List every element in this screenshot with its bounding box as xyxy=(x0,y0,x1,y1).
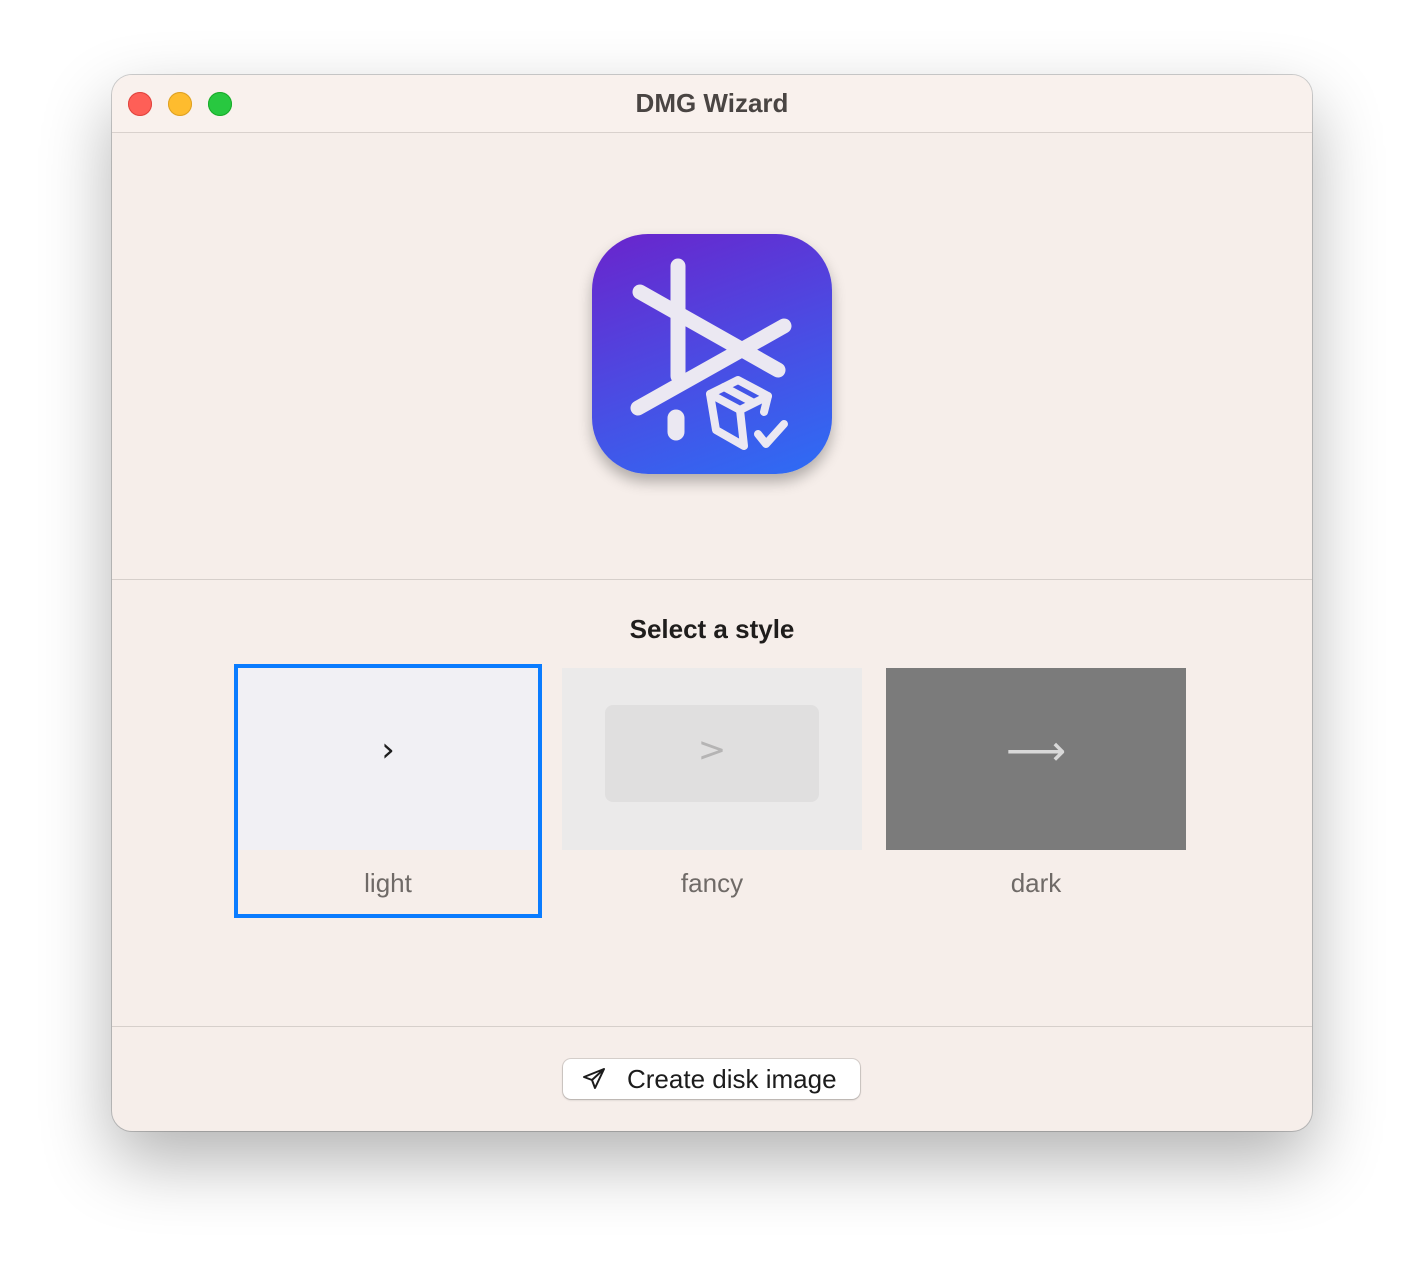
close-window-button[interactable] xyxy=(128,92,152,116)
style-picker-title: Select a style xyxy=(629,614,795,644)
create-disk-image-label: Create disk image xyxy=(627,1064,837,1094)
style-label-light: light xyxy=(364,868,412,898)
dmg-wizard-app-icon xyxy=(592,234,832,474)
zoom-window-button[interactable] xyxy=(208,92,232,116)
style-label-fancy: fancy xyxy=(680,868,744,898)
style-preview-light: › xyxy=(238,668,538,850)
window-title: DMG Wizard xyxy=(635,88,789,118)
greater-than-icon: > xyxy=(697,730,727,770)
style-picker-section: Select a style › light > fancy ⟶ dark xyxy=(112,580,1312,1027)
style-option-dark[interactable]: ⟶ dark xyxy=(886,668,1186,914)
action-bar: Create disk image xyxy=(112,1027,1312,1131)
dmg-wizard-window: DMG Wizard Select a style › light > fanc… xyxy=(112,75,1312,1131)
style-preview-dark: ⟶ xyxy=(886,668,1186,850)
chevron-right-icon: › xyxy=(381,730,395,770)
create-disk-image-button[interactable]: Create disk image xyxy=(563,1059,860,1099)
title-bar[interactable]: DMG Wizard xyxy=(112,75,1312,133)
arrow-right-icon: ⟶ xyxy=(1005,726,1067,775)
paper-plane-icon xyxy=(583,1068,605,1089)
style-preview-fancy: > xyxy=(562,668,862,850)
minimize-window-button[interactable] xyxy=(168,92,192,116)
app-icon-section xyxy=(112,133,1312,580)
style-option-fancy[interactable]: > fancy xyxy=(562,668,862,914)
style-option-light[interactable]: › light xyxy=(234,664,542,918)
app-icon-glyph xyxy=(630,258,792,450)
style-label-dark: dark xyxy=(1010,868,1062,898)
